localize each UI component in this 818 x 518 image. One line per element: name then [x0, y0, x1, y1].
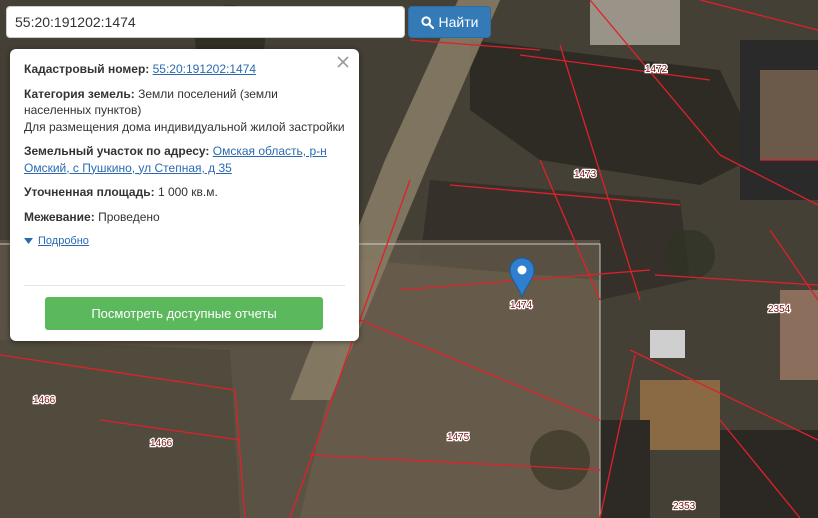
- cadastral-label: Кадастровый номер:: [24, 62, 150, 76]
- address-label: Земельный участок по адресу:: [24, 144, 210, 158]
- popup-divider: [24, 285, 345, 286]
- land-purpose: Для размещения дома индивидуальной жилой…: [24, 119, 345, 134]
- area-row: Уточненная площадь: 1 000 кв.м.: [24, 184, 345, 201]
- parcel-label-1474: 1474: [510, 300, 533, 311]
- parcel-label-2353: 2353: [673, 501, 696, 512]
- parcel-label-1473: 1473: [574, 169, 597, 180]
- parcel-label-1466-b: 1466: [150, 438, 173, 449]
- survey-value: Проведено: [98, 209, 160, 224]
- parcel-label-1466-a: 1466: [33, 395, 56, 406]
- survey-label: Межевание:: [24, 209, 95, 224]
- caret-down-icon: [24, 238, 33, 245]
- area-value: 1 000 кв.м.: [157, 185, 218, 199]
- close-icon[interactable]: [335, 54, 351, 70]
- address-row: Земельный участок по адресу: Омская обла…: [24, 143, 345, 176]
- area-label: Уточненная площадь:: [24, 185, 155, 199]
- more-details-toggle[interactable]: Подробно: [24, 233, 345, 250]
- category-label: Категория земель:: [24, 86, 135, 101]
- search-input[interactable]: [6, 6, 405, 38]
- view-reports-button[interactable]: Посмотреть доступные отчеты: [45, 297, 323, 330]
- cadastral-row: Кадастровый номер: 55:20:191202:1474: [24, 61, 345, 78]
- cadastral-link[interactable]: 55:20:191202:1474: [153, 62, 256, 76]
- parcel-info-popup: Кадастровый номер: 55:20:191202:1474 Кат…: [10, 49, 359, 341]
- search-icon: [420, 15, 434, 29]
- search-button[interactable]: Найти: [408, 6, 491, 38]
- search-button-label: Найти: [438, 14, 479, 30]
- category-row: Категория земель: Земли поселений (земли…: [24, 86, 345, 136]
- parcel-label-2354: 2354: [768, 304, 791, 315]
- survey-row: Межевание: Проведено: [24, 209, 345, 226]
- more-details-link[interactable]: Подробно: [38, 233, 89, 250]
- parcel-label-1472: 1472: [645, 64, 668, 75]
- parcel-label-1475: 1475: [447, 432, 470, 443]
